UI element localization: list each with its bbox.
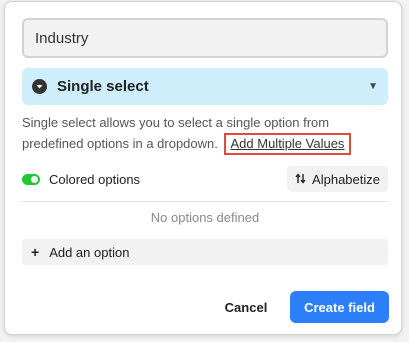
chevron-down-circle-icon (32, 79, 47, 94)
add-multiple-values-link[interactable]: Add Multiple Values (231, 136, 345, 151)
field-name-input[interactable] (22, 18, 388, 58)
sort-arrows-icon (295, 172, 306, 187)
colored-options-label: Colored options (49, 171, 141, 187)
divider (22, 201, 388, 202)
field-type-select[interactable]: Single select ▼ (22, 68, 388, 105)
field-config-dialog: Single select ▼ Single select allows you… (4, 1, 402, 335)
field-type-description: Single select allows you to select a sin… (22, 113, 392, 155)
field-type-label: Single select (57, 78, 149, 95)
create-field-button[interactable]: Create field (290, 291, 389, 323)
empty-options-text: No options defined (150, 210, 260, 225)
plus-icon: + (31, 244, 40, 260)
cancel-button[interactable]: Cancel (217, 291, 275, 323)
colored-options-toggle[interactable] (22, 173, 40, 185)
colored-options-row: Colored options Alphabetize (22, 165, 388, 193)
highlight-box: Add Multiple Values (223, 133, 352, 155)
add-option-label: Add an option (49, 244, 130, 260)
toggle-knob (31, 175, 38, 183)
alphabetize-label: Alphabetize (312, 171, 380, 187)
add-option-button[interactable]: + Add an option (22, 239, 388, 265)
alphabetize-button[interactable]: Alphabetize (287, 166, 388, 192)
caret-down-icon: ▼ (368, 81, 378, 92)
